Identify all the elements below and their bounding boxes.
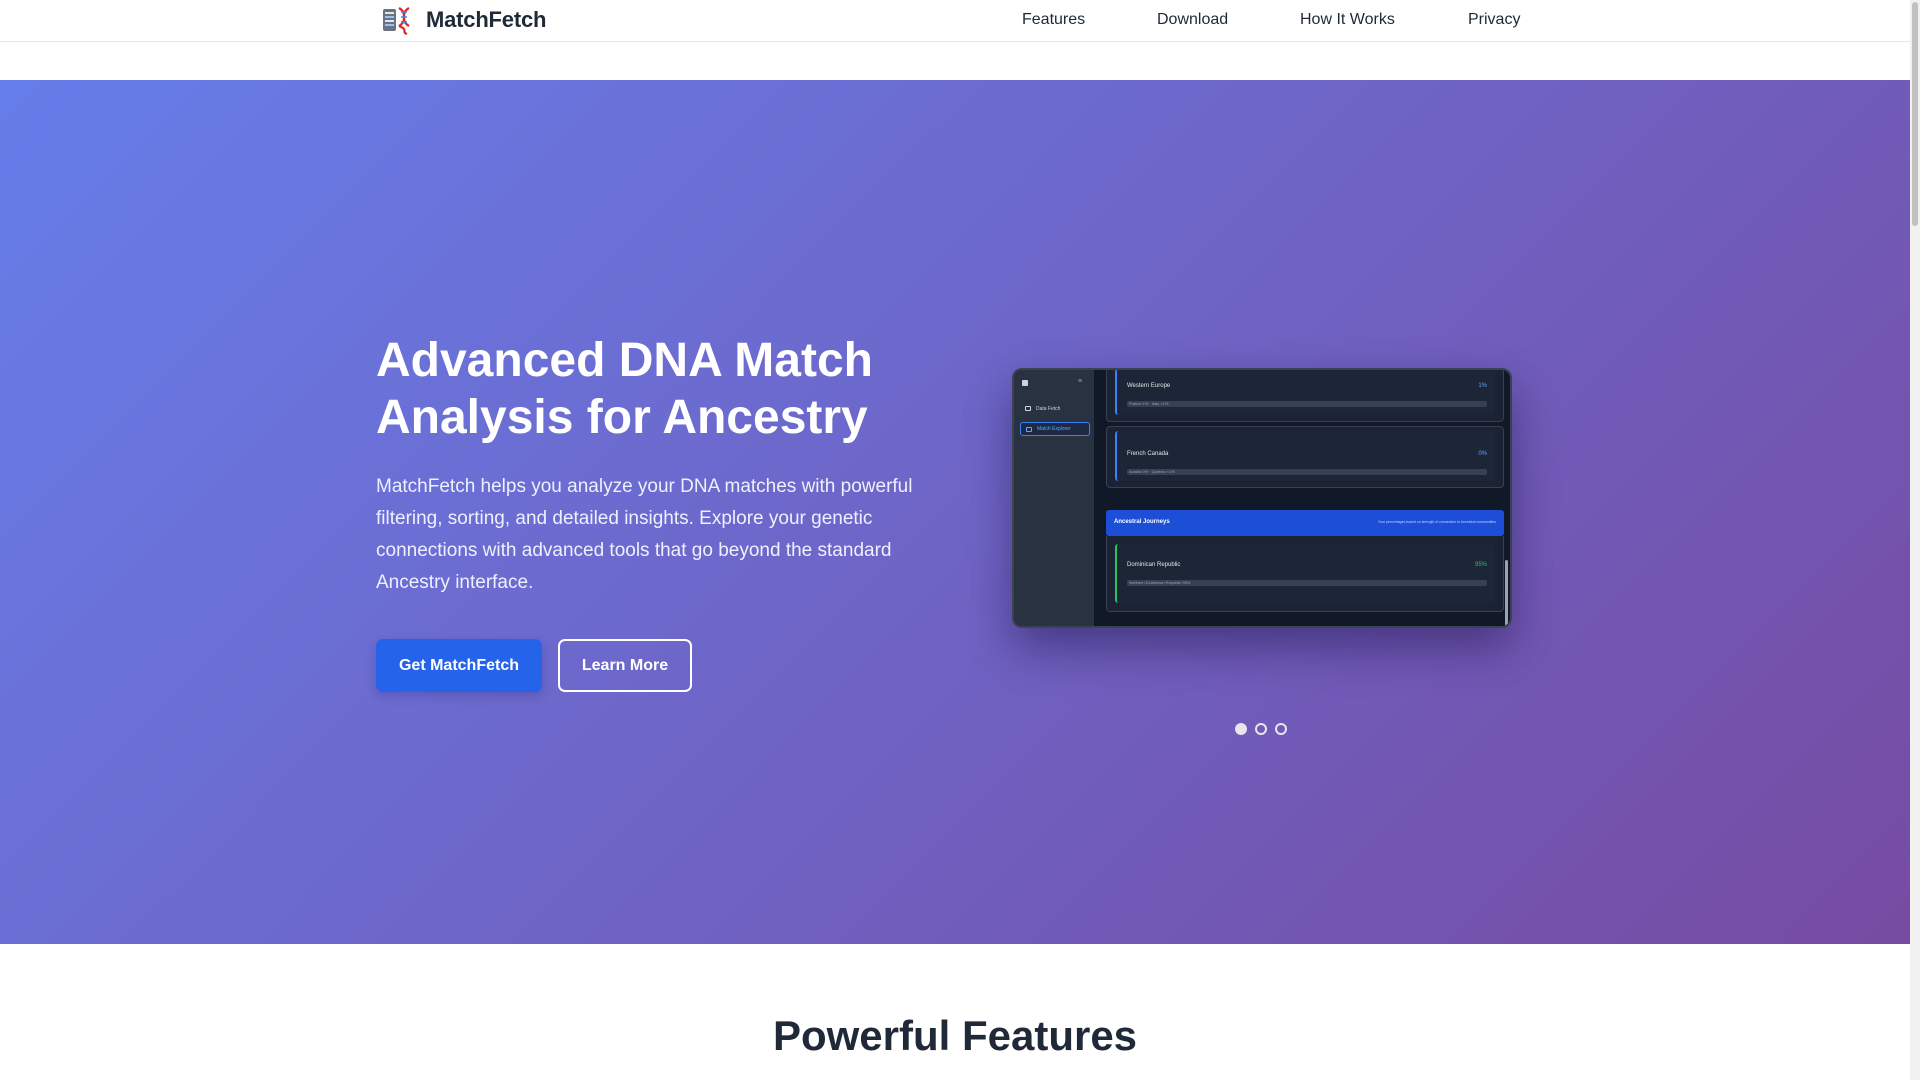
- region-inner: French Canada 0% Acadia 0% · Quebec <1%: [1115, 431, 1495, 481]
- nav-link-download[interactable]: Download: [1157, 11, 1228, 29]
- screenshot-sidebar: ≡ Data Fetch Match Explorer: [1014, 370, 1094, 626]
- hero-description: MatchFetch helps you analyze your DNA ma…: [376, 476, 913, 593]
- journey-card: Dominican Republic 95% Northern Dominica…: [1106, 536, 1504, 612]
- journey-subregion: Northern Dominican Republic 95%: [1129, 580, 1191, 585]
- carousel-dots: [1235, 723, 1287, 735]
- region-card: Western Europe 1% France 1% · Italy <1%: [1106, 370, 1504, 422]
- hero-title: Advanced DNA Match Analysis for Ancestry: [376, 334, 873, 444]
- page-scrollbar[interactable]: [1910, 0, 1920, 1080]
- region-card: French Canada 0% Acadia 0% · Quebec <1%: [1106, 426, 1504, 488]
- region-inner: Western Europe 1% France 1% · Italy <1%: [1115, 370, 1495, 415]
- list-icon: [1026, 427, 1032, 432]
- download-icon: [1025, 406, 1031, 411]
- menu-icon: ≡: [1078, 378, 1083, 385]
- brand-name: MatchFetch: [426, 7, 547, 32]
- screenshot-nav-match-explorer: Match Explorer: [1020, 422, 1090, 436]
- app-logo-icon: [1022, 380, 1028, 386]
- journey-bar: Northern Dominican Republic 95%: [1127, 580, 1487, 586]
- region-bar: France 1% · Italy <1%: [1127, 401, 1487, 407]
- nav-link-features[interactable]: Features: [1022, 11, 1085, 29]
- nav-link-privacy[interactable]: Privacy: [1468, 11, 1520, 29]
- brand[interactable]: MatchFetch: [380, 4, 546, 36]
- features-heading: Powerful Features: [772, 1012, 1138, 1059]
- journey-inner: Dominican Republic 95% Northern Dominica…: [1115, 544, 1495, 603]
- learn-more-button[interactable]: Learn More: [558, 639, 692, 692]
- carousel-dot-2[interactable]: [1255, 723, 1267, 735]
- header-spacer: [0, 42, 1910, 80]
- screenshot-nav-label: Match Explorer: [1037, 426, 1071, 432]
- dna-logo-icon: [383, 7, 410, 36]
- region-name: Western Europe: [1127, 383, 1171, 389]
- screenshot-main: Western Europe 1% France 1% · Italy <1% …: [1102, 370, 1504, 626]
- region-subregions: France 1% · Italy <1%: [1129, 401, 1169, 406]
- nav-link-how-it-works[interactable]: How It Works: [1300, 11, 1395, 29]
- journeys-title: Ancestral Journeys: [1114, 519, 1170, 525]
- carousel-dot-3[interactable]: [1275, 723, 1287, 735]
- screenshot-scrollbar: [1505, 560, 1508, 626]
- region-percent: 1%: [1478, 383, 1487, 389]
- carousel-dot-1[interactable]: [1235, 723, 1247, 735]
- region-name: French Canada: [1127, 451, 1169, 457]
- top-navbar: MatchFetch Features Download How It Work…: [0, 0, 1910, 42]
- journeys-note: Your percentages based on strength of co…: [1378, 520, 1496, 524]
- region-subregions: Acadia 0% · Quebec <1%: [1129, 469, 1175, 474]
- journey-name: Dominican Republic: [1127, 562, 1181, 568]
- ancestral-journeys-header: Ancestral Journeys Your percentages base…: [1106, 510, 1504, 536]
- hero-section: Advanced DNA Match Analysis for Ancestry…: [0, 80, 1910, 944]
- region-percent: 0%: [1478, 451, 1487, 457]
- app-screenshot: ≡ Data Fetch Match Explorer Western Euro…: [1012, 368, 1512, 628]
- get-matchfetch-button[interactable]: Get MatchFetch: [376, 639, 542, 692]
- journey-percent: 95%: [1474, 562, 1487, 568]
- scrollbar-thumb[interactable]: [1912, 2, 1918, 226]
- screenshot-nav-label: Data Fetch: [1036, 406, 1061, 412]
- region-bar: Acadia 0% · Quebec <1%: [1127, 469, 1487, 475]
- screenshot-nav-data-fetch: Data Fetch: [1020, 402, 1090, 416]
